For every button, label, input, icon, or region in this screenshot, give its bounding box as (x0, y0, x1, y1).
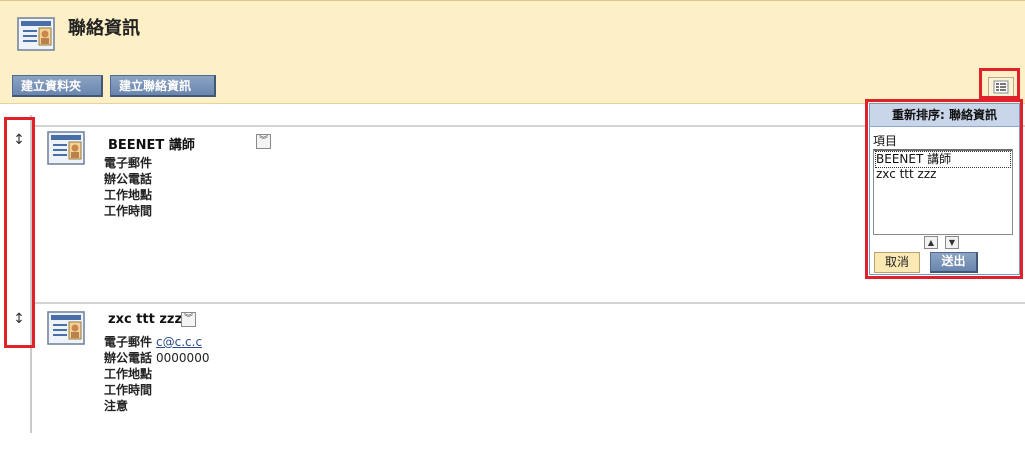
contact-field: 工作時間 (104, 203, 152, 219)
create-contact-button[interactable]: 建立聯絡資訊 (110, 75, 216, 97)
reorder-list-item[interactable]: zxc ttt zzz (876, 167, 1010, 182)
contact-field: 辦公電話 (104, 171, 152, 187)
field-label: 辦公電話 (104, 351, 153, 365)
content-left-border (30, 115, 32, 433)
move-down-button[interactable]: ▼ (945, 236, 959, 249)
contact-name: BEENET 講師 (108, 138, 195, 153)
field-label: 工作地點 (104, 367, 153, 381)
reorder-panel-title: 重新排序: 聯絡資訊 (870, 104, 1019, 127)
field-label: 電子郵件 (104, 335, 153, 349)
field-label: 工作時間 (104, 204, 153, 218)
contact-field: 工作地點 (104, 366, 152, 382)
field-label: 電子郵件 (104, 156, 153, 170)
drag-handle-icon[interactable]: ↕ (12, 310, 26, 328)
contact-field: 工作時間 (104, 382, 152, 398)
contact-field: 電子郵件 c@c.c.c (104, 334, 202, 350)
email-link[interactable]: c@c.c.c (156, 335, 202, 349)
field-label: 工作地點 (104, 188, 153, 202)
item-separator (32, 302, 1025, 304)
reorder-list[interactable]: BEENET 講師 zxc ttt zzz (873, 149, 1013, 235)
create-folder-button[interactable]: 建立資料夾 (12, 75, 103, 97)
page-header: 聯絡資訊 建立資料夾 建立聯絡資訊 (0, 0, 1025, 104)
contact-field: 辦公電話 0000000 (104, 350, 209, 366)
contact-field: 工作地點 (104, 187, 152, 203)
field-label: 辦公電話 (104, 172, 153, 186)
item-separator (32, 125, 867, 127)
reorder-list-label: 項目 (873, 134, 898, 148)
page-title: 聯絡資訊 (68, 18, 140, 39)
contact-card-icon (47, 131, 85, 165)
reorder-list-item[interactable]: BEENET 講師 (875, 151, 1011, 168)
contact-card-icon (17, 17, 55, 51)
field-value: 0000000 (156, 351, 210, 365)
contact-card-icon (47, 311, 85, 345)
reorder-toggle-button[interactable] (988, 77, 1014, 97)
reorder-panel: 重新排序: 聯絡資訊 項目 BEENET 講師 zxc ttt zzz ▲ ▼ … (869, 103, 1020, 275)
drag-handle-icon[interactable]: ↕ (12, 131, 26, 149)
contact-name: zxc ttt zzz (108, 312, 183, 327)
submit-button[interactable]: 送出 (930, 252, 978, 273)
move-up-button[interactable]: ▲ (924, 236, 938, 249)
field-label: 注意 (104, 399, 129, 413)
contact-field: 電子郵件 (104, 155, 152, 171)
chevron-down-icon[interactable]: ︾ (181, 312, 196, 327)
contact-field: 注意 (104, 398, 128, 414)
field-label: 工作時間 (104, 383, 153, 397)
cancel-button[interactable]: 取消 (874, 252, 920, 273)
reorder-icon (993, 80, 1009, 94)
chevron-down-icon[interactable]: ︾ (256, 134, 271, 149)
item-separator (1020, 125, 1025, 127)
